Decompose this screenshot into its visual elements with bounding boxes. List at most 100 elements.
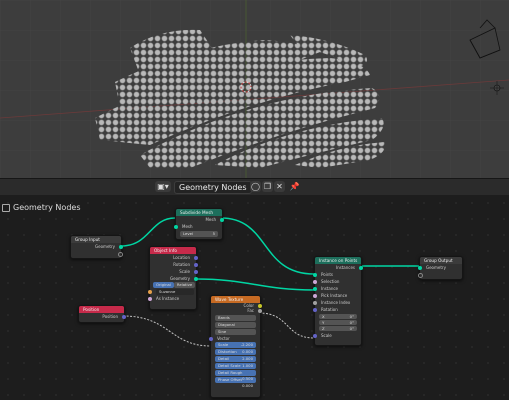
fake-user-shield-icon[interactable]: ◯	[250, 181, 261, 192]
pick-instance-socket[interactable]	[313, 294, 317, 298]
field-value: 0.000	[242, 383, 253, 388]
distortion-field[interactable]: Distortion 0.000	[215, 349, 256, 355]
field-value: -2.200	[240, 342, 253, 347]
node-editor-header: ▣▾ Geometry Nodes ◯ ❐ ✕ 📌	[0, 178, 509, 196]
detail-field[interactable]: Detail 2.000	[215, 356, 256, 362]
empty-socket[interactable]	[418, 273, 423, 278]
socket-row: Position	[79, 313, 126, 320]
instance-index-socket[interactable]	[313, 301, 317, 305]
points-socket[interactable]	[313, 273, 317, 277]
socket-row: Selection	[313, 278, 361, 285]
socket-row: Instance Index	[313, 299, 361, 306]
socket-label: Instance	[321, 286, 339, 291]
node-header: Object Info	[150, 247, 196, 254]
scale-field[interactable]: Scale -2.200	[215, 342, 256, 348]
socket-label: Instances	[335, 265, 355, 270]
socket-row: Points	[313, 271, 361, 278]
group-input-node[interactable]: Group Input Geometry	[70, 235, 123, 259]
pin-icon[interactable]: 📌	[289, 181, 300, 192]
field-label: Z	[322, 326, 325, 331]
scale-socket[interactable]	[194, 270, 198, 274]
position-node[interactable]: Position Position	[78, 305, 126, 323]
socket-label: Rotation	[321, 307, 338, 312]
node-header: Group Output	[420, 257, 462, 264]
wave-texture-node[interactable]: Wave Texture Color Fac Bands Diagonal Si…	[209, 295, 262, 398]
editor-type-button[interactable]: ▣▾	[155, 181, 171, 192]
node-header: Group Input	[71, 236, 121, 243]
field-label: Detail	[218, 356, 230, 361]
socket-row	[71, 250, 123, 257]
subdivide-mesh-node[interactable]: Subdivide Mesh Mesh Mesh Level 5	[174, 208, 224, 240]
field-label: Detail Rough	[218, 370, 243, 375]
close-icon[interactable]: ✕	[274, 181, 285, 192]
socket-label: Mesh	[205, 217, 216, 222]
sine-dropdown[interactable]: Sine	[215, 329, 256, 335]
field-value: 0.500	[242, 376, 253, 381]
level-field[interactable]: Level 5	[180, 231, 218, 237]
object-socket[interactable]	[148, 290, 152, 294]
node-header: Subdivide Mesh	[176, 209, 222, 216]
field-value: 1.000	[242, 363, 253, 368]
vector-socket[interactable]	[209, 337, 213, 341]
socket-row: Geometry	[150, 275, 198, 282]
diagonal-dropdown[interactable]: Diagonal	[215, 322, 256, 328]
socket-label: Rotation	[173, 262, 190, 267]
breadcrumb-label: Geometry Nodes	[13, 203, 81, 212]
socket-row: Location	[150, 254, 198, 261]
duplicate-icon[interactable]: ❐	[262, 181, 273, 192]
location-socket[interactable]	[194, 256, 198, 260]
socket-row: Suzanne	[148, 288, 196, 295]
node-tree-name-field[interactable]: Geometry Nodes	[174, 181, 252, 194]
socket-row: Instances	[315, 264, 363, 271]
group-output-node[interactable]: Group Output Geometry	[418, 256, 463, 280]
socket-row: Scale	[150, 268, 198, 275]
socket-row: Geometry	[71, 243, 123, 250]
rotation-z-field[interactable]: Z 0°	[319, 326, 357, 331]
scale-socket[interactable]	[313, 334, 317, 338]
empty-socket[interactable]	[118, 252, 123, 257]
instance-socket[interactable]	[313, 287, 317, 291]
instances-socket[interactable]	[359, 266, 363, 270]
socket-label: Points	[321, 272, 334, 277]
socket-label: Selection	[321, 279, 340, 284]
detail-rough-field[interactable]: Detail Rough 0.500	[215, 370, 256, 381]
geometry-socket[interactable]	[119, 245, 123, 249]
field-label: Distortion	[218, 349, 237, 354]
socket-label: Geometry	[426, 265, 446, 270]
selection-socket[interactable]	[313, 280, 317, 284]
geometry-socket[interactable]	[194, 277, 198, 281]
3d-viewport[interactable]	[0, 0, 509, 178]
detail-scale-field[interactable]: Detail Scale 1.000	[215, 363, 256, 369]
node-header: Wave Texture	[211, 296, 260, 303]
node-header: Position	[79, 306, 124, 313]
instance-on-points-node[interactable]: Instance on Points Instances Points Sele…	[313, 256, 363, 346]
rotation-socket[interactable]	[194, 263, 198, 267]
geometry-socket[interactable]	[418, 266, 422, 270]
socket-row: Instance	[313, 285, 361, 292]
socket-label: Geometry	[170, 276, 190, 281]
socket-row: Rotation	[150, 261, 198, 268]
field-value: 5	[212, 231, 215, 236]
mesh-output-socket[interactable]	[220, 218, 224, 222]
position-socket[interactable]	[122, 315, 126, 319]
mesh-input-socket[interactable]	[174, 225, 178, 229]
as-instance-socket[interactable]	[148, 297, 152, 301]
field-label: Phase Offset	[218, 377, 242, 382]
node-tree-icon	[2, 203, 10, 212]
socket-label: Location	[173, 255, 190, 260]
socket-row: Vector	[209, 336, 260, 341]
socket-label: Scale	[179, 269, 190, 274]
socket-label: Instance Index	[321, 300, 351, 305]
field-label: Scale	[218, 342, 229, 347]
breadcrumb: Geometry Nodes	[2, 203, 80, 212]
bands-dropdown[interactable]: Bands	[215, 315, 256, 321]
field-value: 0°	[349, 326, 354, 331]
socket-label: Vector	[217, 336, 230, 341]
rotation-x-field[interactable]: X 0°	[319, 314, 357, 319]
fac-socket[interactable]	[258, 309, 262, 313]
rotation-y-field[interactable]: Y 0°	[319, 320, 357, 325]
rotation-socket[interactable]	[313, 308, 317, 312]
socket-label: Fac	[247, 308, 254, 313]
object-info-node[interactable]: Object Info Location Rotation Scale Geom…	[148, 246, 198, 310]
field-label: X	[322, 314, 325, 319]
